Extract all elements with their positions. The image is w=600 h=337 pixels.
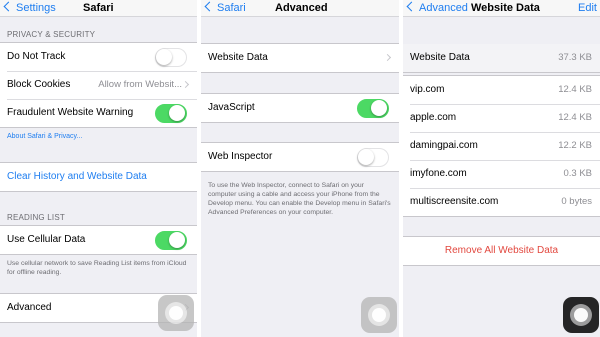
fraudulent-warning-label: Fraudulent Website Warning: [7, 107, 134, 118]
website-data-label: Website Data: [208, 52, 268, 63]
website-list: vip.com 12.4 KB apple.com 12.4 KB daming…: [403, 75, 600, 217]
block-cookies-label: Block Cookies: [7, 79, 71, 90]
web-inspector-note: To use the Web Inspector, connect to Saf…: [208, 182, 391, 216]
website-name: damingpai.com: [410, 140, 478, 151]
use-cellular-label: Use Cellular Data: [7, 234, 86, 245]
chevron-left-icon: [204, 1, 215, 12]
back-label: Advanced: [419, 2, 468, 14]
back-label: Settings: [16, 2, 56, 14]
javascript-toggle[interactable]: [357, 99, 389, 118]
assistive-touch-button[interactable]: [563, 297, 599, 333]
toggle-knob: [169, 105, 185, 121]
back-to-settings-button[interactable]: Settings: [3, 0, 56, 17]
reading-list-group: Use Cellular Data: [0, 225, 197, 255]
chevron-right-icon: [383, 53, 392, 62]
chevron-left-icon: [406, 1, 417, 12]
javascript-row: JavaScript: [201, 94, 399, 122]
block-cookies-row[interactable]: Block Cookies Allow from Websit...: [0, 71, 197, 99]
do-not-track-toggle[interactable]: [155, 48, 187, 67]
website-name: vip.com: [410, 84, 445, 95]
toggle-knob: [169, 232, 185, 248]
javascript-group: JavaScript: [201, 93, 399, 123]
assistive-touch-button[interactable]: [158, 295, 194, 331]
assistive-touch-core: [169, 306, 183, 320]
website-row[interactable]: apple.com 12.4 KB: [403, 104, 600, 132]
use-cellular-toggle[interactable]: [155, 231, 187, 250]
advanced-panel: Safari Advanced Website Data JavaScript …: [201, 0, 399, 337]
web-inspector-row: Web Inspector: [201, 143, 399, 171]
website-data-panel: Advanced Website Data Edit Website Data …: [403, 0, 600, 337]
privacy-group: Do Not Track Block Cookies Allow from We…: [0, 42, 197, 128]
advanced-label: Advanced: [7, 302, 52, 313]
website-size: 12.4 KB: [558, 84, 592, 95]
website-size: 0.3 KB: [563, 168, 592, 179]
website-data-group: Website Data: [201, 43, 399, 73]
navigation-bar: Safari Advanced: [201, 0, 399, 17]
website-data-row[interactable]: Website Data: [201, 44, 399, 72]
page-title: Advanced: [275, 2, 328, 14]
website-size: 0 bytes: [561, 196, 592, 207]
safari-settings-panel: Settings Safari PRIVACY & SECURITY Do No…: [0, 0, 197, 337]
website-size: 12.4 KB: [558, 112, 592, 123]
javascript-label: JavaScript: [208, 102, 255, 113]
back-to-safari-button[interactable]: Safari: [204, 0, 246, 17]
website-data-total-group: Website Data 37.3 KB: [403, 44, 600, 73]
remove-all-website-data-button[interactable]: Remove All Website Data: [403, 237, 600, 265]
navigation-bar: Settings Safari: [0, 0, 197, 17]
back-to-advanced-button[interactable]: Advanced: [406, 0, 468, 17]
website-data-total-row: Website Data 37.3 KB: [403, 44, 600, 72]
navigation-bar: Advanced Website Data Edit: [403, 0, 600, 17]
website-row[interactable]: imyfone.com 0.3 KB: [403, 160, 600, 188]
do-not-track-row: Do Not Track: [0, 43, 197, 71]
website-data-total-size: 37.3 KB: [558, 52, 592, 63]
use-cellular-row: Use Cellular Data: [0, 226, 197, 254]
web-inspector-group: Web Inspector: [201, 142, 399, 172]
edit-button[interactable]: Edit: [578, 0, 597, 17]
page-title: Website Data: [471, 2, 540, 14]
clear-history-button[interactable]: Clear History and Website Data: [0, 163, 197, 191]
assistive-touch-core: [574, 308, 588, 322]
back-label: Safari: [217, 2, 246, 14]
remove-all-group: Remove All Website Data: [403, 236, 600, 266]
website-row[interactable]: multiscreensite.com 0 bytes: [403, 188, 600, 216]
assistive-touch-button[interactable]: [361, 297, 397, 333]
chevron-right-icon: [181, 80, 190, 89]
toggle-knob: [358, 149, 374, 165]
chevron-left-icon: [3, 1, 14, 12]
reading-list-section-header: READING LIST: [7, 213, 65, 222]
do-not-track-label: Do Not Track: [7, 51, 66, 62]
website-data-total-label: Website Data: [410, 52, 470, 63]
website-name: imyfone.com: [410, 168, 467, 179]
website-name: apple.com: [410, 112, 457, 123]
web-inspector-toggle[interactable]: [357, 148, 389, 167]
about-safari-privacy-link[interactable]: About Safari & Privacy...: [7, 133, 82, 140]
website-name: multiscreensite.com: [410, 196, 499, 207]
web-inspector-label: Web Inspector: [208, 151, 273, 162]
assistive-touch-core: [372, 308, 386, 322]
clear-history-group: Clear History and Website Data: [0, 162, 197, 192]
toggle-knob: [156, 49, 172, 65]
website-row[interactable]: damingpai.com 12.2 KB: [403, 132, 600, 160]
website-size: 12.2 KB: [558, 140, 592, 151]
privacy-section-header: PRIVACY & SECURITY: [7, 30, 96, 39]
block-cookies-value: Allow from Websit...: [98, 79, 182, 90]
fraudulent-warning-toggle[interactable]: [155, 104, 187, 123]
fraudulent-warning-row: Fraudulent Website Warning: [0, 99, 197, 127]
page-title: Safari: [83, 2, 114, 14]
toggle-knob: [371, 100, 387, 116]
website-row[interactable]: vip.com 12.4 KB: [403, 76, 600, 104]
cellular-note: Use cellular network to save Reading Lis…: [7, 260, 187, 276]
